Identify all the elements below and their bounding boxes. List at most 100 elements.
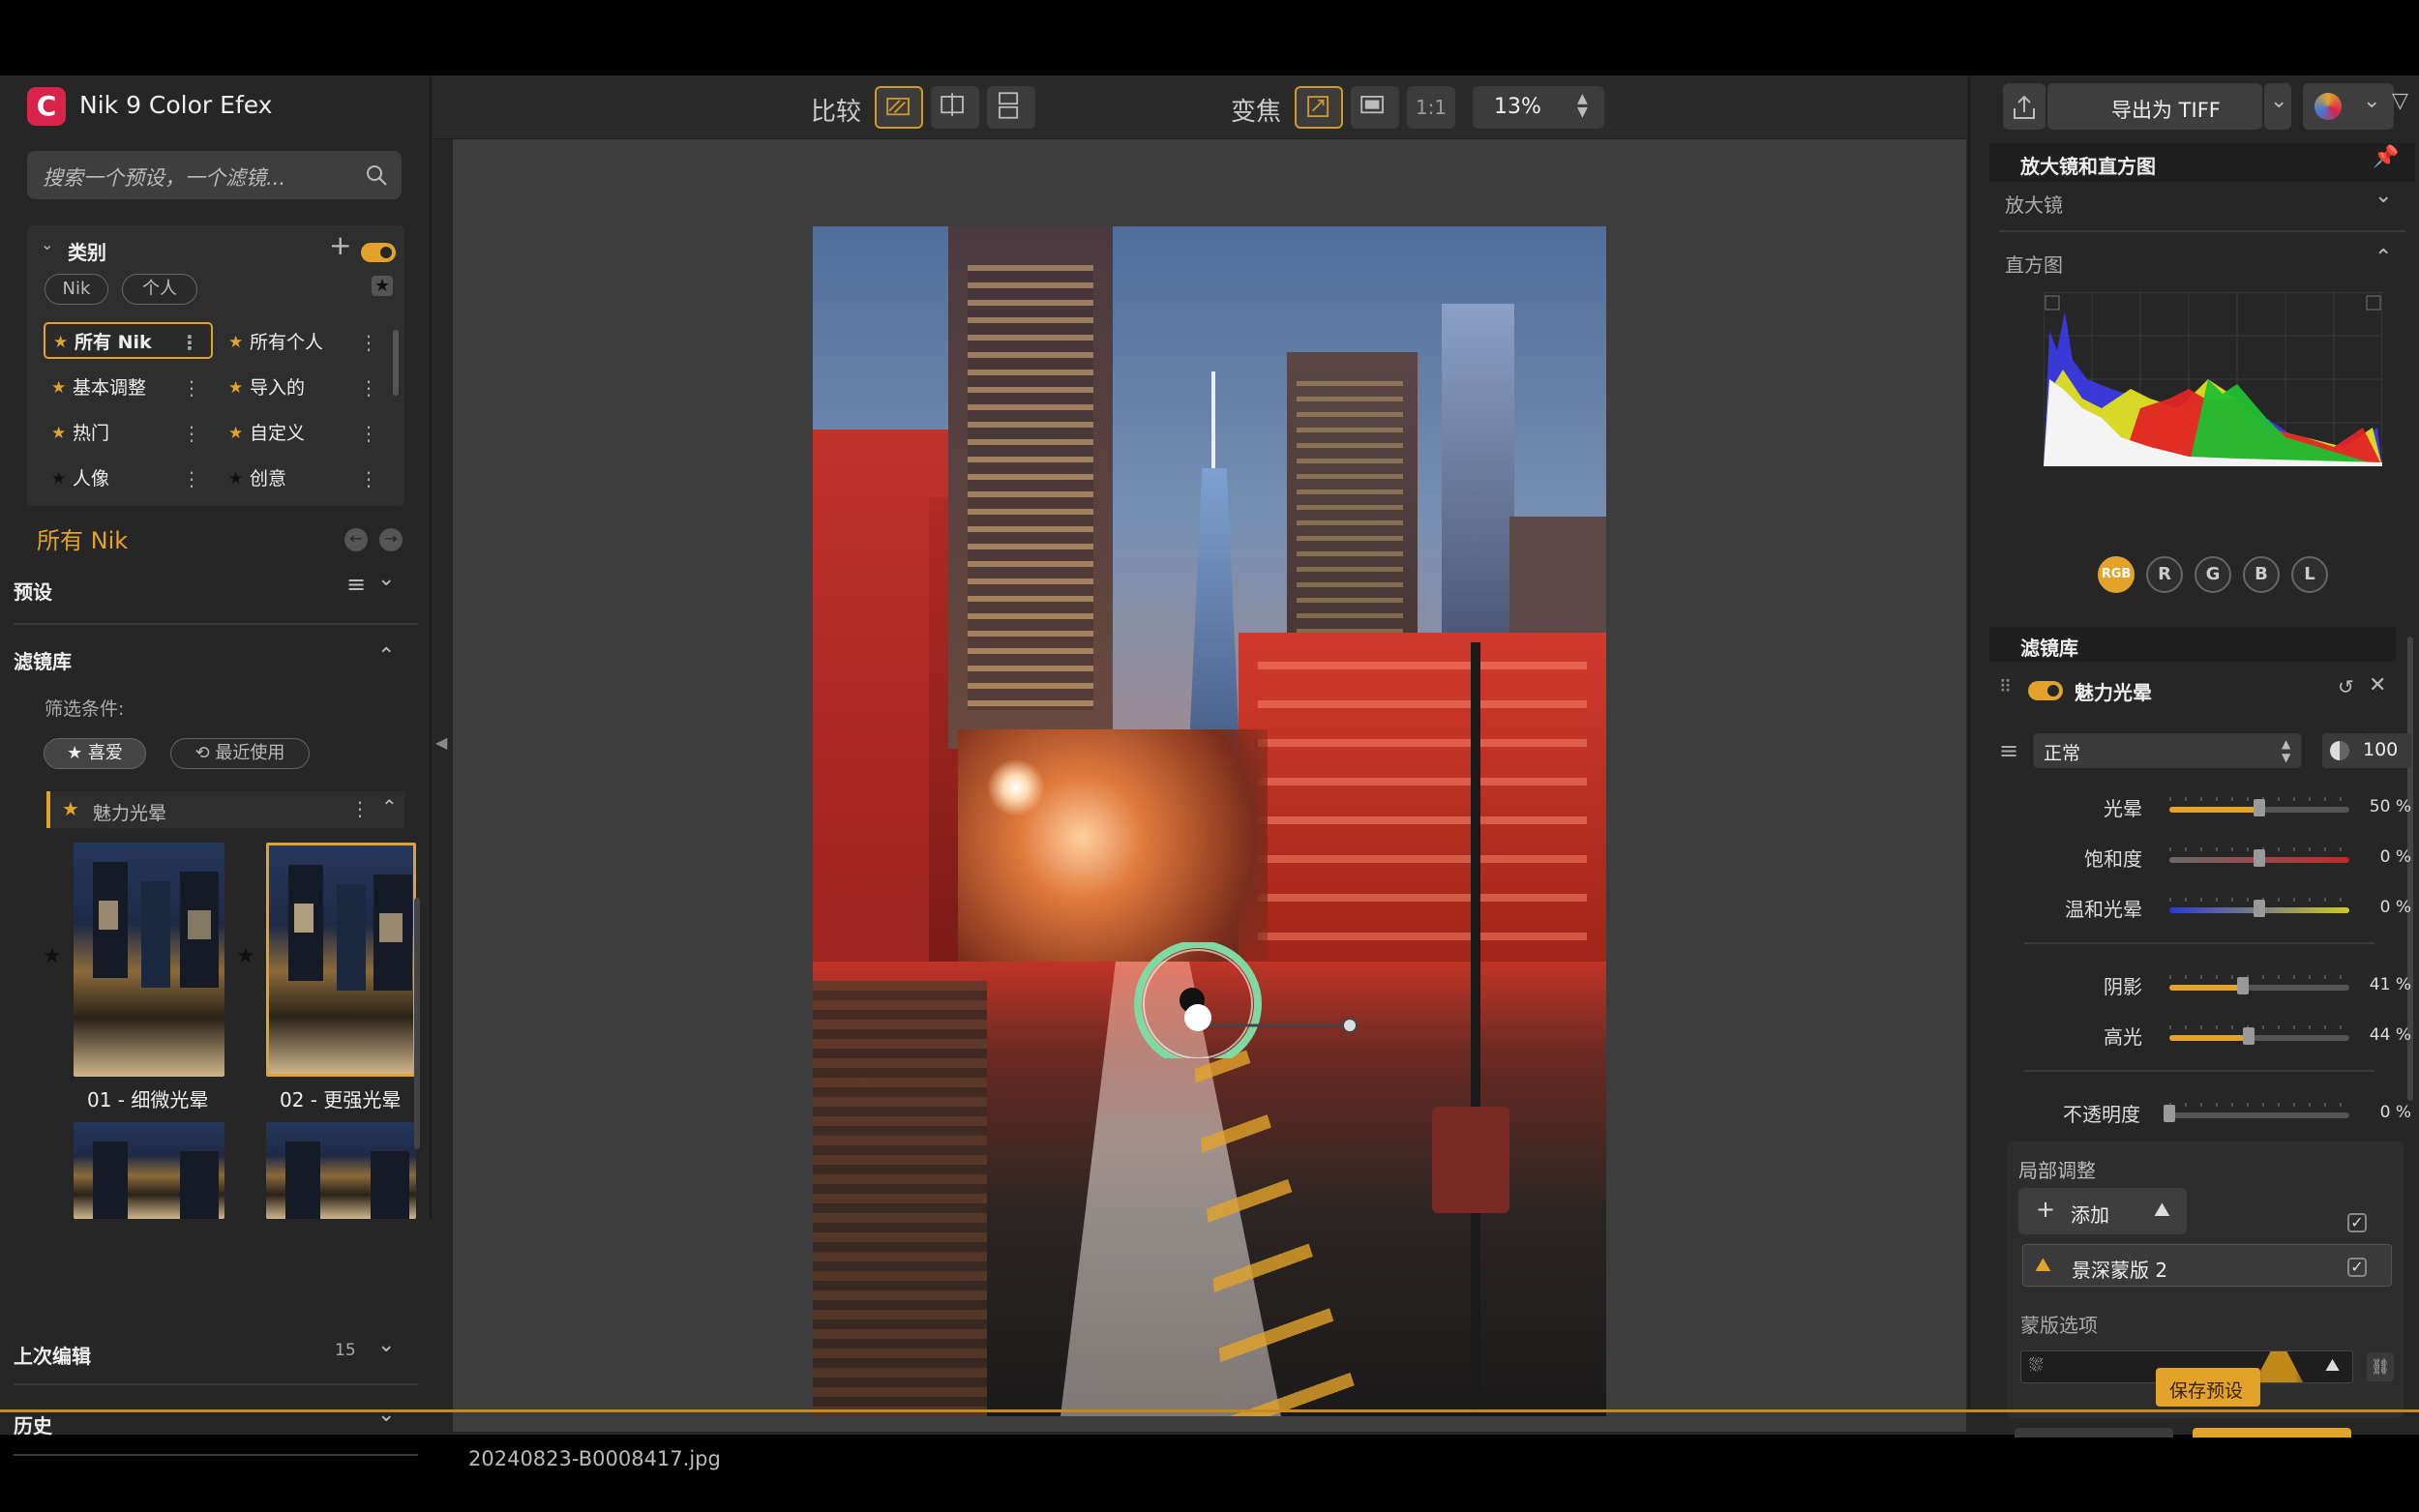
filter-group-header[interactable]: ★ 魅力光晕 ⋮ ⌃: [46, 791, 404, 828]
menu-icon[interactable]: ≡: [1999, 737, 2018, 764]
more-icon[interactable]: ⋮: [180, 324, 199, 361]
bottom-button-right[interactable]: [2193, 1428, 2351, 1438]
plugin-button[interactable]: ⌄: [2303, 83, 2394, 130]
search-icon[interactable]: [365, 163, 388, 187]
zoom-select[interactable]: 13% ▲ ▼: [1473, 86, 1604, 129]
star-icon[interactable]: ★: [43, 944, 62, 968]
category-basic[interactable]: ★ 基本调整 ⋮: [44, 370, 213, 406]
warm-glow-slider[interactable]: [2169, 898, 2349, 917]
more-icon[interactable]: ⋮: [182, 460, 201, 497]
preset-thumb-4[interactable]: [266, 1122, 416, 1219]
filter-enable-toggle[interactable]: [2028, 681, 2063, 700]
preset-thumb-3[interactable]: [74, 1122, 224, 1219]
category-popular[interactable]: ★ 热门 ⋮: [44, 415, 213, 452]
tag-nik[interactable]: Nik: [45, 274, 108, 305]
more-icon[interactable]: ⋮: [182, 415, 201, 452]
side-by-side-icon: [999, 92, 1019, 119]
more-icon[interactable]: ⋮: [350, 797, 370, 820]
channel-g[interactable]: G: [2195, 556, 2231, 593]
chevron-down-icon[interactable]: ⌄: [377, 1333, 395, 1357]
photo-preview[interactable]: [813, 226, 1606, 1416]
mask-control-point[interactable]: [1132, 942, 1384, 1058]
stepper-icon[interactable]: ▲ ▼: [1577, 92, 1588, 119]
category-creative[interactable]: ★ 创意 ⋮: [221, 460, 390, 497]
channel-rgb[interactable]: RGB: [2098, 556, 2135, 593]
filter-library-heading[interactable]: 滤镜库: [14, 646, 72, 674]
star-icon[interactable]: ★: [236, 944, 255, 968]
channel-b[interactable]: B: [2243, 556, 2280, 593]
export-button[interactable]: 导出为 TIFF: [2047, 83, 2262, 130]
share-button[interactable]: [2003, 83, 2046, 130]
opacity-slider[interactable]: [2164, 1103, 2349, 1122]
category-custom[interactable]: ★ 自定义 ⋮: [221, 415, 390, 452]
saturation-slider[interactable]: [2169, 847, 2349, 867]
highlights-slider[interactable]: [2169, 1025, 2349, 1045]
pin-icon[interactable]: 📌: [2373, 145, 2399, 169]
preset-thumb-1[interactable]: [74, 843, 224, 1077]
divider: [14, 623, 418, 625]
glow-slider[interactable]: [2169, 797, 2349, 816]
search-input[interactable]: 搜索一个预设，一个滤镜...: [43, 163, 285, 192]
add-adjust-button[interactable]: + 添加 ⛰: [2018, 1188, 2187, 1234]
channel-l[interactable]: L: [2291, 556, 2328, 593]
mask-item[interactable]: ⛰ 景深蒙版 2: [2022, 1244, 2392, 1287]
histogram-heading[interactable]: 直方图: [2005, 250, 2063, 278]
more-icon[interactable]: ⋮: [182, 370, 201, 406]
chevron-up-icon[interactable]: ⌃: [377, 644, 395, 668]
forward-icon[interactable]: →: [379, 528, 403, 551]
bottom-button-left[interactable]: [2015, 1428, 2173, 1438]
search-box[interactable]: 搜索一个预设，一个滤镜...: [27, 151, 402, 199]
close-icon[interactable]: ✕: [2369, 673, 2386, 697]
categories-toggle[interactable]: [361, 243, 396, 262]
more-icon[interactable]: ⋮: [359, 370, 378, 406]
filter-name: 魅力光晕: [2075, 681, 2152, 704]
chevron-down-icon: ⌄: [2363, 89, 2381, 113]
zoom-fill-button[interactable]: [1351, 86, 1399, 129]
save-preset-button[interactable]: 保存预设: [2156, 1368, 2260, 1407]
chevron-down-icon[interactable]: ⌄: [377, 567, 395, 591]
favorites-filter[interactable]: ★ 喜爱: [44, 738, 146, 769]
chevron-up-icon[interactable]: ⌃: [2374, 246, 2392, 270]
chevron-down-icon[interactable]: ⌄: [377, 1403, 395, 1427]
favorite-star-icon[interactable]: ★: [372, 276, 394, 296]
adjust-enable-checkbox[interactable]: ✓: [2347, 1213, 2367, 1232]
blend-mode-select[interactable]: 正常 ▲ ▼: [2034, 733, 2301, 768]
zoom-fit-button[interactable]: [1295, 86, 1343, 129]
export-dropdown[interactable]: ⌄: [2264, 83, 2291, 130]
category-all-personal[interactable]: ★ 所有个人 ⋮: [221, 324, 390, 361]
mask-visible-checkbox[interactable]: ✓: [2347, 1258, 2367, 1277]
zoom-100-button[interactable]: 1:1: [1407, 86, 1455, 129]
back-icon[interactable]: ←: [344, 528, 368, 551]
compare-side-button[interactable]: [987, 86, 1035, 129]
panel-menu-icon[interactable]: ▽: [2392, 89, 2408, 113]
list-icon[interactable]: ≡: [346, 571, 366, 598]
thumbs-scrollbar[interactable]: [414, 898, 420, 1149]
channel-r[interactable]: R: [2146, 556, 2183, 593]
add-category-icon[interactable]: +: [329, 229, 351, 261]
more-icon[interactable]: ⋮: [359, 324, 378, 361]
presets-heading[interactable]: 预设: [14, 577, 52, 605]
chevron-down-icon[interactable]: ⌄: [41, 235, 53, 253]
chevron-down-icon[interactable]: ⌄: [2374, 184, 2392, 208]
collapse-left-icon[interactable]: ◀: [435, 733, 447, 752]
tag-personal[interactable]: 个人: [122, 274, 197, 305]
category-all-nik[interactable]: ★ 所有 Nik ⋮: [44, 322, 213, 359]
reset-icon[interactable]: ↺: [2338, 675, 2354, 698]
compare-split-button[interactable]: [931, 86, 979, 129]
more-icon[interactable]: ⋮: [359, 460, 378, 497]
last-edit-heading[interactable]: 上次编辑: [14, 1341, 91, 1369]
category-portrait[interactable]: ★ 人像 ⋮: [44, 460, 213, 497]
compare-overlay-button[interactable]: [875, 86, 923, 129]
opacity-field[interactable]: 100: [2322, 733, 2411, 768]
shadows-slider[interactable]: [2169, 975, 2349, 994]
chevron-up-icon[interactable]: ⌃: [381, 795, 398, 818]
category-imported[interactable]: ★ 导入的 ⋮: [221, 370, 390, 406]
history-heading[interactable]: 历史: [14, 1410, 52, 1438]
link-icon[interactable]: ⛓: [2367, 1352, 2394, 1381]
categories-scrollbar[interactable]: [393, 330, 399, 396]
preset-thumb-2[interactable]: [266, 843, 416, 1077]
loupe-heading[interactable]: 放大镜: [2005, 190, 2063, 218]
recent-filter[interactable]: ⟲ 最近使用: [170, 738, 310, 769]
drag-handle-icon[interactable]: ⠿: [1999, 677, 2012, 697]
more-icon[interactable]: ⋮: [359, 415, 378, 452]
